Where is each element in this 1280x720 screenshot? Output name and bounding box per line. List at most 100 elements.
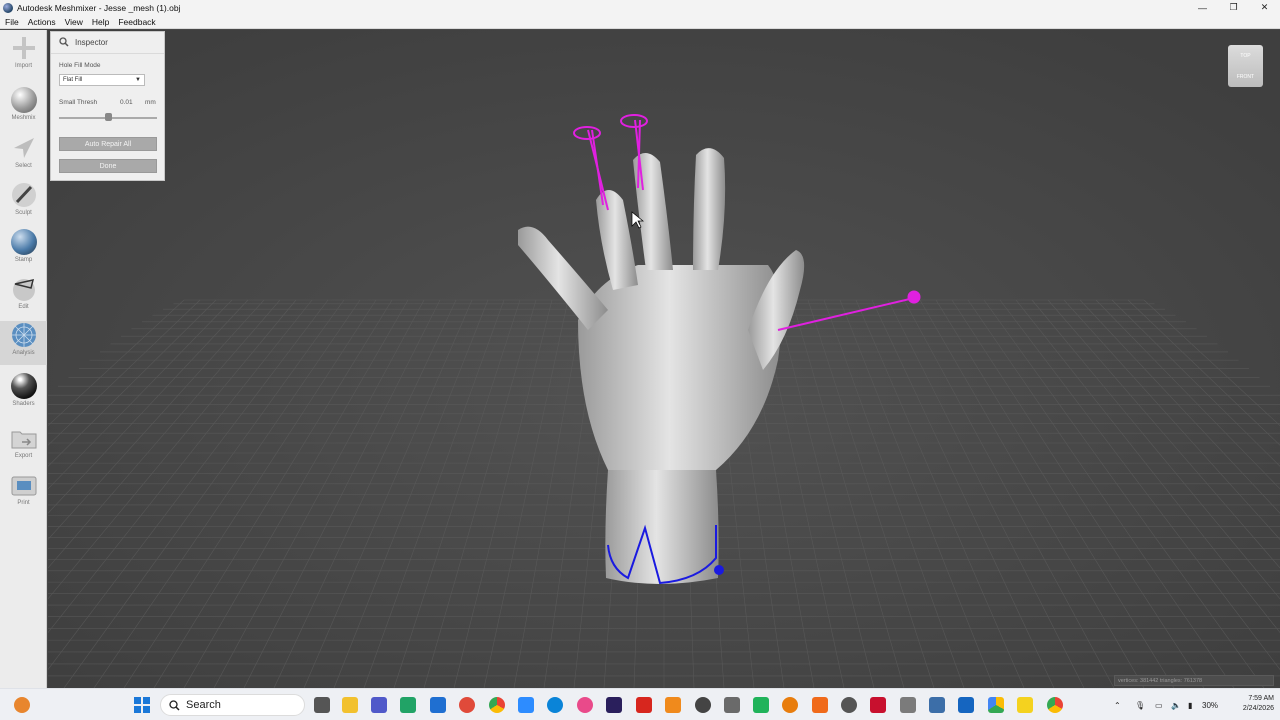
menu-bar: File Actions View Help Feedback <box>0 15 1280 29</box>
view-cube-front-label: FRONT <box>1236 73 1255 80</box>
minimize-button[interactable]: — <box>1187 0 1218 15</box>
app-green-icon[interactable] <box>753 697 769 713</box>
maximize-button[interactable]: ❐ <box>1218 0 1249 15</box>
outlook-icon[interactable] <box>958 697 974 713</box>
clock-time: 7:59 AM <box>1248 695 1274 702</box>
display-icon[interactable]: ▭ <box>1155 689 1163 720</box>
app-crimson-icon[interactable] <box>870 697 886 713</box>
search-placeholder: Search <box>186 699 221 711</box>
search-icon <box>59 34 69 52</box>
hole-fill-mode-label: Hole Fill Mode <box>59 62 101 69</box>
small-thresh-unit: mm <box>145 99 156 106</box>
tool-stamp[interactable]: Stamp <box>0 228 47 272</box>
menu-feedback[interactable]: Feedback <box>118 17 155 27</box>
battery-icon[interactable]: ▮ <box>1188 689 1192 720</box>
camera-app-icon[interactable] <box>577 697 593 713</box>
tool-shaders[interactable]: Shaders <box>0 372 47 416</box>
meshmixer-taskbar-icon[interactable] <box>900 697 916 713</box>
main-toolbar: Import Meshmix Select Sculpt Stamp Edit … <box>0 30 47 688</box>
tool-analysis[interactable]: Analysis <box>0 321 47 365</box>
word-icon[interactable] <box>430 697 446 713</box>
taskbar-search-input[interactable]: Search <box>160 694 305 716</box>
tool-export[interactable]: Export <box>0 424 47 468</box>
printer-icon <box>10 471 38 499</box>
title-bar: Autodesk Meshmixer - Jesse _mesh (1).obj… <box>0 0 1280 15</box>
app-blue-icon[interactable] <box>547 697 563 713</box>
app-dark-icon[interactable] <box>695 697 711 713</box>
small-thresh-slider-handle[interactable] <box>105 113 112 121</box>
system-clock[interactable]: 7:59 AM 2/24/2026 <box>1222 694 1274 714</box>
sticky-notes-icon[interactable] <box>1017 697 1033 713</box>
small-thresh-value[interactable]: 0.01 <box>120 99 133 106</box>
windows-start-icon[interactable] <box>134 697 150 713</box>
window-controls: — ❐ ✕ <box>1187 0 1280 15</box>
weather-icon[interactable] <box>14 697 30 713</box>
tool-label: Export <box>14 453 33 459</box>
edit-icon <box>10 275 38 303</box>
tool-label: Sculpt <box>15 210 32 216</box>
clock-date: 2/24/2026 <box>1242 705 1274 712</box>
tool-select[interactable]: Select <box>0 134 47 178</box>
analysis-icon <box>10 321 38 349</box>
app-circle-icon[interactable] <box>841 697 857 713</box>
stamp-icon <box>10 228 38 256</box>
shader-ball-icon <box>10 372 38 400</box>
app-gray-icon[interactable] <box>724 697 740 713</box>
vlc-icon[interactable] <box>665 697 681 713</box>
3d-viewport[interactable] <box>48 30 1280 688</box>
scene-canvas[interactable] <box>48 30 1280 688</box>
microphone-icon[interactable]: 🎙 <box>1135 689 1145 720</box>
menu-file[interactable]: File <box>5 17 19 27</box>
view-cube[interactable]: TOP FRONT <box>1228 45 1263 87</box>
tool-sculpt[interactable]: Sculpt <box>0 181 47 225</box>
inspector-header: Inspector <box>51 32 164 54</box>
zoom-icon[interactable] <box>518 697 534 713</box>
view-cube-top-label: TOP <box>1240 52 1251 59</box>
chevron-down-icon: ▼ <box>135 77 141 83</box>
excel-icon[interactable] <box>400 697 416 713</box>
search-icon <box>169 699 180 711</box>
tool-label: Stamp <box>14 257 33 263</box>
folder-export-icon <box>10 424 38 452</box>
hole-fill-mode-select[interactable]: Flat Fill ▼ <box>59 74 145 86</box>
menu-view[interactable]: View <box>65 17 83 27</box>
tool-label: Print <box>17 500 30 506</box>
tool-label: Analysis <box>12 350 35 356</box>
tool-edit[interactable]: Edit <box>0 275 47 319</box>
chrome-icon[interactable] <box>489 697 505 713</box>
tool-label: Meshmix <box>11 115 36 121</box>
app-red-icon[interactable] <box>459 697 475 713</box>
chrome-alt-icon[interactable] <box>1047 697 1063 713</box>
brush-icon <box>10 181 38 209</box>
menu-help[interactable]: Help <box>92 17 109 27</box>
meshmixer-app-icon <box>3 2 13 13</box>
close-button[interactable]: ✕ <box>1249 0 1280 15</box>
small-thresh-label: Small Thresh <box>59 99 98 106</box>
meshmix-icon <box>10 86 38 114</box>
file-explorer-icon[interactable] <box>342 697 358 713</box>
premiere-icon[interactable] <box>606 697 622 713</box>
tool-print[interactable]: Print <box>0 471 47 515</box>
google-drive-icon[interactable] <box>988 697 1004 713</box>
blender-icon[interactable] <box>782 697 798 713</box>
calculator-icon[interactable] <box>929 697 945 713</box>
teams-icon[interactable] <box>371 697 387 713</box>
window-title: Autodesk Meshmixer - Jesse _mesh (1).obj <box>17 2 181 13</box>
tray-chevron-icon[interactable]: ⌃ <box>1114 689 1121 720</box>
app-orange-icon[interactable] <box>812 697 828 713</box>
menu-actions[interactable]: Actions <box>28 17 56 27</box>
tool-label: Import <box>14 63 32 69</box>
done-button[interactable]: Done <box>59 159 157 173</box>
task-view-icon[interactable] <box>314 697 330 713</box>
battery-percent: 30% <box>1202 700 1219 710</box>
auto-repair-all-button[interactable]: Auto Repair All <box>59 137 157 151</box>
hole-fill-mode-value: Flat Fill <box>63 77 83 83</box>
tool-label: Edit <box>18 304 29 310</box>
boundary-marker[interactable] <box>714 565 724 575</box>
inspector-panel: Inspector Hole Fill Mode Flat Fill ▼ Sma… <box>50 31 165 181</box>
volume-icon[interactable]: 🔈 <box>1171 689 1181 720</box>
tool-meshmix[interactable]: Meshmix <box>0 86 47 130</box>
windows-taskbar: Search ⌃ 🎙 ▭ 🔈 ▮ 30% 7:59 AM 2/24/2026 <box>0 688 1280 720</box>
acrobat-icon[interactable] <box>636 697 652 713</box>
tool-import[interactable]: Import <box>0 34 47 78</box>
